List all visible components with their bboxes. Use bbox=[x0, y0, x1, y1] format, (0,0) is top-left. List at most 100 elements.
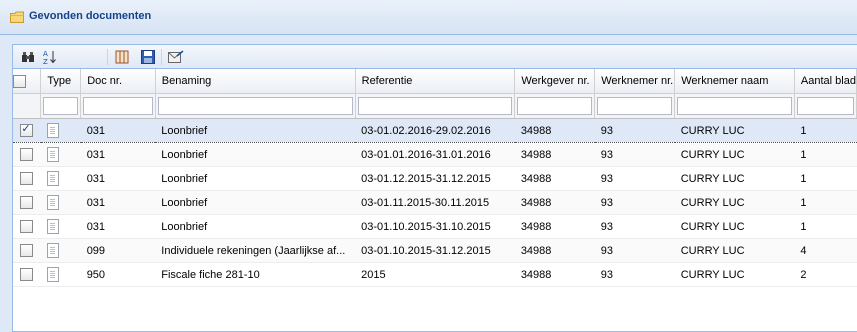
cell-werknemer: 93 bbox=[594, 262, 675, 287]
cell-docnr: 950 bbox=[80, 262, 156, 287]
cell-docnr: 031 bbox=[80, 118, 156, 143]
document-icon bbox=[46, 147, 59, 162]
grid-toolbar: AZ bbox=[13, 45, 857, 69]
document-icon bbox=[46, 123, 59, 138]
cell-benaming: Loonbrief bbox=[155, 166, 356, 191]
cell-benaming: Loonbrief bbox=[155, 142, 356, 167]
filter-naam-input[interactable] bbox=[677, 97, 792, 115]
save-icon[interactable] bbox=[139, 48, 157, 66]
cell-docnr: 031 bbox=[80, 214, 156, 239]
cell-werknemer: 93 bbox=[594, 142, 675, 167]
cell-docnr: 099 bbox=[80, 238, 156, 263]
cell-naam: CURRY LUC bbox=[674, 262, 795, 287]
cell-werkgever: 34988 bbox=[514, 238, 595, 263]
cell-werkgever: 34988 bbox=[514, 190, 595, 215]
table-row[interactable]: 031 Loonbrief 03-01.10.2015-31.10.2015 3498… bbox=[13, 214, 857, 239]
cell-referentie: 2015 bbox=[355, 262, 515, 287]
filter-werkgever-input[interactable] bbox=[517, 97, 593, 115]
export-icon[interactable] bbox=[167, 48, 185, 66]
cell-werknemer: 93 bbox=[594, 190, 675, 215]
cell-referentie: 03-01.12.2015-31.12.2015 bbox=[355, 166, 515, 191]
cell-referentie: 03-01.11.2015-30.11.2015 bbox=[355, 190, 515, 215]
cell-werkgever: 34988 bbox=[514, 118, 595, 143]
cell-docnr: 031 bbox=[80, 142, 156, 167]
row-checkbox[interactable] bbox=[20, 268, 34, 281]
folder-icon bbox=[10, 11, 24, 23]
row-checkbox[interactable] bbox=[20, 148, 34, 161]
svg-text:A: A bbox=[43, 50, 48, 58]
cell-werknemer: 93 bbox=[594, 214, 675, 239]
panel-header: Gevonden documenten bbox=[0, 0, 857, 35]
table-row[interactable]: 031 Loonbrief 03-01.01.2016-31.01.2016 3498… bbox=[13, 142, 857, 167]
cell-docnr: 031 bbox=[80, 166, 156, 191]
cell-naam: CURRY LUC bbox=[674, 190, 795, 215]
cell-aantal: 1 bbox=[794, 166, 857, 191]
filter-referentie-input[interactable] bbox=[357, 97, 513, 115]
cell-benaming: Individuele rekeningen (Jaarlijkse af... bbox=[155, 238, 356, 263]
select-all-header[interactable] bbox=[13, 69, 42, 94]
row-checkbox[interactable] bbox=[20, 244, 34, 257]
svg-text:Z: Z bbox=[43, 58, 48, 65]
binoculars-icon[interactable] bbox=[19, 48, 37, 66]
row-checkbox[interactable] bbox=[20, 122, 34, 137]
document-icon bbox=[46, 171, 59, 186]
column-header-werkgever[interactable]: Werkgever nr. bbox=[514, 69, 596, 94]
table-row[interactable]: 950 Fiscale fiche 281-10 2015 34988 93 CURRY … bbox=[13, 262, 857, 287]
cell-aantal: 2 bbox=[794, 262, 857, 287]
document-icon bbox=[46, 195, 59, 210]
cell-docnr: 031 bbox=[80, 190, 156, 215]
filter-aantal-input[interactable] bbox=[796, 97, 854, 115]
cell-aantal: 1 bbox=[794, 190, 857, 215]
filter-docnr-input[interactable] bbox=[83, 97, 153, 115]
cell-referentie: 03-01.10.2015-31.12.2015 bbox=[355, 238, 515, 263]
column-header-referentie[interactable]: Referentie bbox=[355, 69, 516, 94]
toolbar-separator bbox=[161, 49, 162, 65]
document-icon bbox=[46, 267, 59, 282]
cell-benaming: Loonbrief bbox=[155, 118, 356, 143]
columns-icon[interactable] bbox=[113, 48, 131, 66]
cell-naam: CURRY LUC bbox=[674, 142, 795, 167]
filter-type-input[interactable] bbox=[43, 97, 79, 115]
grid-table: Type Doc nr. Benaming Referentie Werkgev… bbox=[13, 69, 857, 287]
cell-werkgever: 34988 bbox=[514, 214, 595, 239]
documents-grid: AZ Type Doc nr. Benaming Referentie Werk… bbox=[12, 44, 857, 332]
table-row[interactable]: 031 Loonbrief 03-01.11.2015-30.11.2015 3498… bbox=[13, 190, 857, 215]
row-checkbox[interactable] bbox=[20, 220, 34, 233]
panel-title: Gevonden documenten bbox=[29, 10, 152, 22]
filter-benaming-input[interactable] bbox=[157, 97, 353, 115]
cell-werknemer: 93 bbox=[594, 166, 675, 191]
cell-aantal: 1 bbox=[794, 118, 857, 143]
table-row[interactable]: 031Loonbrief03-01.02.2016-29.02.20163498… bbox=[13, 118, 857, 143]
cell-referentie: 03-01.10.2015-31.10.2015 bbox=[355, 214, 515, 239]
cell-naam: CURRY LUC bbox=[674, 214, 795, 239]
filter-werknemer-input[interactable] bbox=[597, 97, 673, 115]
column-header-docnr[interactable]: Doc nr. bbox=[80, 69, 156, 94]
document-icon bbox=[46, 243, 59, 258]
cell-aantal: 1 bbox=[794, 142, 857, 167]
table-row[interactable]: 099 Individuele rekeningen (Jaarlijkse af… bbox=[13, 238, 857, 263]
select-all-checkbox[interactable] bbox=[13, 74, 26, 88]
column-header-benaming[interactable]: Benaming bbox=[155, 69, 356, 94]
cell-benaming: Fiscale fiche 281-10 bbox=[155, 262, 356, 287]
column-header-werknemer[interactable]: Werknemer nr. bbox=[594, 69, 676, 94]
table-row[interactable]: 031 Loonbrief 03-01.12.2015-31.12.2015 3498… bbox=[13, 166, 857, 191]
cell-benaming: Loonbrief bbox=[155, 214, 356, 239]
column-header-type[interactable]: Type bbox=[40, 69, 82, 94]
sort-az-icon[interactable]: AZ bbox=[41, 48, 59, 66]
cell-werkgever: 34988 bbox=[514, 142, 595, 167]
column-header-aantal[interactable]: Aantal blad bbox=[794, 69, 857, 94]
cell-werknemer: 93 bbox=[594, 118, 675, 143]
column-header-naam[interactable]: Werknemer naam bbox=[674, 69, 795, 94]
filter-row bbox=[13, 93, 857, 119]
row-checkbox[interactable] bbox=[20, 196, 34, 209]
row-checkbox[interactable] bbox=[20, 172, 34, 185]
cell-aantal: 1 bbox=[794, 214, 857, 239]
cell-benaming: Loonbrief bbox=[155, 190, 356, 215]
cell-werkgever: 34988 bbox=[514, 166, 595, 191]
cell-referentie: 03-01.02.2016-29.02.2016 bbox=[355, 118, 515, 143]
document-icon bbox=[46, 219, 59, 234]
toolbar-separator bbox=[107, 49, 108, 65]
cell-referentie: 03-01.01.2016-31.01.2016 bbox=[355, 142, 515, 167]
cell-naam: CURRY LUC bbox=[674, 238, 795, 263]
cell-naam: CURRY LUC bbox=[674, 118, 795, 143]
